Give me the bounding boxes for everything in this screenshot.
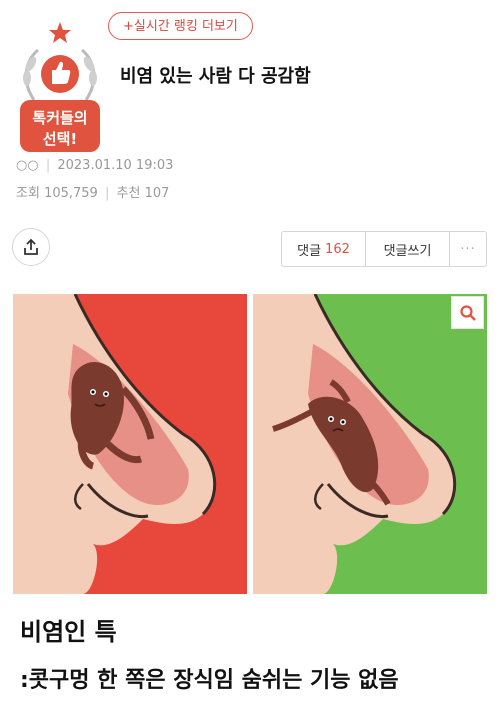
post-title: 비염 있는 사람 다 공감함 bbox=[120, 66, 311, 87]
write-comment-button[interactable]: 댓글쓰기 bbox=[366, 232, 450, 266]
post-date: 2023.01.10 19:03 bbox=[57, 158, 174, 173]
comments-count: 162 bbox=[325, 241, 350, 257]
views-count: 105,759 bbox=[44, 186, 98, 201]
share-button[interactable] bbox=[12, 228, 50, 266]
zoom-button[interactable] bbox=[451, 296, 484, 329]
caption-text: :콧구멍 한 쪽은 장식임 숨쉬는 기능 없음 bbox=[20, 668, 399, 693]
badge-line2: 선택! bbox=[43, 130, 77, 148]
search-icon bbox=[459, 304, 476, 321]
more-options-button[interactable]: ··· bbox=[450, 232, 486, 266]
post-meta-stats: 조회 105,759 | 추천 107 bbox=[16, 186, 170, 201]
share-icon bbox=[24, 238, 38, 255]
nose-illustration-left bbox=[13, 294, 247, 594]
caption-title: 비염인 특 bbox=[20, 618, 117, 646]
views-label: 조회 bbox=[16, 186, 40, 201]
post-meta-date: ○○ | 2023.01.10 19:03 bbox=[16, 158, 174, 173]
post-actions: 댓글 162 댓글쓰기 ··· bbox=[281, 231, 487, 267]
nose-illustration-right bbox=[253, 294, 487, 594]
realtime-ranking-link[interactable]: +실시간 랭킹 더보기 bbox=[108, 12, 253, 40]
recommend-count: 107 bbox=[144, 186, 170, 201]
badge-line1: 톡커들의 bbox=[32, 109, 87, 127]
recommend-label: 추천 bbox=[116, 186, 141, 201]
tokker-choice-badge: 톡커들의 선택! bbox=[14, 20, 106, 152]
comments-button[interactable]: 댓글 162 bbox=[282, 232, 366, 266]
comments-label: 댓글 bbox=[297, 243, 322, 259]
star-icon bbox=[49, 22, 71, 43]
author-icons: ○○ bbox=[16, 158, 39, 173]
